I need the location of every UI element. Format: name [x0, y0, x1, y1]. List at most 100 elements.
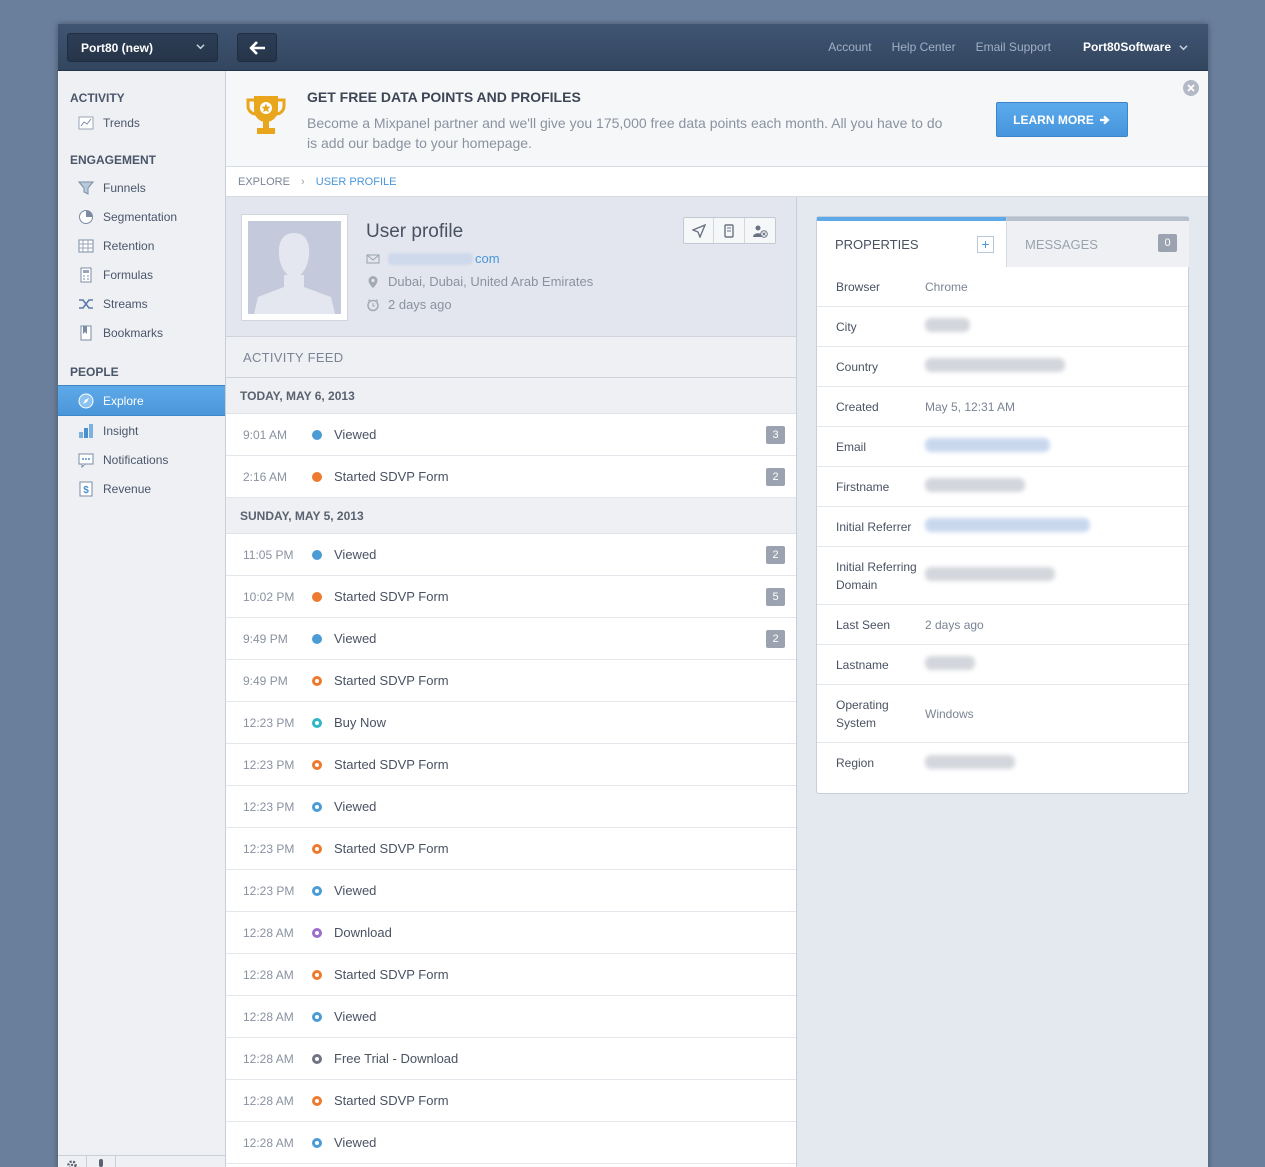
sidebar-item-label: Bookmarks	[103, 325, 164, 340]
redacted-value	[925, 438, 1050, 452]
sidebar-item-revenue[interactable]: $ Revenue	[58, 474, 225, 503]
activity-feed: TODAY, MAY 6, 2013 9:01 AM Viewed 3 2:16 AM S…	[226, 378, 796, 1164]
mobile-icon[interactable]	[714, 218, 745, 243]
feed-row[interactable]: 9:49 PM Viewed 2	[226, 618, 796, 660]
retention-grid-icon	[78, 239, 94, 252]
property-key: Last Seen	[836, 617, 891, 632]
dollar-icon: $	[79, 481, 93, 496]
property-key: Firstname	[836, 479, 890, 494]
property-key: Created	[836, 399, 879, 414]
back-button[interactable]	[237, 33, 277, 62]
event-count-badge[interactable]: 2	[766, 546, 785, 564]
property-row: Email	[817, 427, 1188, 467]
sidebar-item-insight[interactable]: Insight	[58, 416, 225, 445]
app-window: Port80 (new) Account Help Center Email S…	[58, 24, 1208, 1167]
properties-panel: PROPERTIES + MESSAGES 0 Browser Chrome Cit…	[816, 216, 1189, 794]
sidebar-item-explore[interactable]: Explore	[58, 385, 225, 416]
redacted-value	[925, 656, 975, 670]
sidebar-item-notifications[interactable]: Notifications	[58, 445, 225, 474]
sidebar-item-streams[interactable]: Streams	[58, 289, 225, 318]
project-selector[interactable]: Port80 (new)	[67, 33, 218, 62]
event-dot-icon	[312, 471, 322, 482]
event-time: 12:28 AM	[243, 1135, 294, 1150]
account-link[interactable]: Account	[828, 40, 871, 54]
event-time: 9:01 AM	[243, 427, 288, 442]
event-name: Free Trial - Download	[334, 1051, 459, 1066]
feed-row[interactable]: 12:28 AM Started SDVP Form	[226, 954, 796, 996]
sidebar-item-bookmarks[interactable]: Bookmarks	[58, 318, 225, 347]
feed-row[interactable]: 12:28 AM Free Trial - Download	[226, 1038, 796, 1080]
banner-text: Become a Mixpanel partner and we'll give…	[307, 115, 943, 151]
sidebar-item-funnels[interactable]: Funnels	[58, 173, 225, 202]
gear-icon[interactable]	[58, 1156, 87, 1167]
feed-row[interactable]: 12:28 AM Started SDVP Form	[226, 1080, 796, 1122]
feed-row[interactable]: 12:28 AM Viewed	[226, 996, 796, 1038]
sidebar-item-retention[interactable]: Retention	[58, 231, 225, 260]
email-domain[interactable]: com	[475, 251, 500, 266]
top-bar: Port80 (new) Account Help Center Email S…	[58, 24, 1208, 71]
property-row: City	[817, 307, 1188, 347]
property-value	[925, 438, 1050, 455]
profile-last-seen: 2 days ago	[366, 297, 452, 312]
location-pin-icon	[368, 275, 378, 288]
cursor-icon[interactable]	[684, 218, 715, 243]
feed-row[interactable]: 12:28 AM Download	[226, 912, 796, 954]
event-dot-icon	[312, 633, 322, 644]
feed-row[interactable]: 9:49 PM Started SDVP Form	[226, 660, 796, 702]
main-column: User profile com Dubai, Dubai, United Ar…	[226, 197, 797, 1167]
event-name: Viewed	[334, 1009, 377, 1024]
email-support-link[interactable]: Email Support	[976, 40, 1051, 54]
project-name: Port80 (new)	[81, 41, 154, 55]
redacted-value	[925, 754, 1015, 769]
feed-row[interactable]: 2:16 AM Started SDVP Form 2	[226, 456, 796, 498]
event-count-badge[interactable]: 3	[766, 426, 785, 444]
event-name: Started SDVP Form	[334, 757, 449, 772]
properties-tabs: PROPERTIES + MESSAGES 0	[817, 217, 1189, 267]
breadcrumb-explore[interactable]: EXPLORE	[238, 176, 290, 188]
feed-row[interactable]: 9:01 AM Viewed 3	[226, 414, 796, 456]
feed-row[interactable]: 12:23 PM Started SDVP Form	[226, 828, 796, 870]
property-row: Firstname	[817, 467, 1188, 507]
event-dot-icon	[312, 885, 322, 896]
shuffle-icon	[79, 298, 93, 309]
feed-row[interactable]: 10:02 PM Started SDVP Form 5	[226, 576, 796, 618]
redacted-email	[388, 252, 473, 265]
event-count-badge[interactable]: 2	[766, 630, 785, 648]
chevron-down-icon[interactable]	[1179, 43, 1188, 52]
event-time: 9:49 PM	[243, 631, 288, 646]
add-property-button[interactable]: +	[977, 236, 994, 253]
feed-row[interactable]: 12:23 PM Viewed	[226, 870, 796, 912]
property-value	[925, 656, 975, 673]
event-time: 12:28 AM	[243, 925, 294, 940]
remove-user-icon[interactable]	[745, 218, 775, 243]
feed-row[interactable]: 12:28 AM Viewed	[226, 1122, 796, 1164]
microphone-icon[interactable]	[87, 1156, 116, 1167]
event-dot-icon	[312, 1053, 322, 1064]
tab-properties[interactable]: PROPERTIES +	[817, 217, 1006, 267]
tab-messages[interactable]: MESSAGES 0	[1006, 217, 1189, 267]
help-center-link[interactable]: Help Center	[892, 40, 956, 54]
pie-chart-icon	[79, 209, 93, 224]
feed-row[interactable]: 12:23 PM Started SDVP Form	[226, 744, 796, 786]
property-key: Operating System	[836, 697, 889, 730]
bar-chart-icon	[79, 423, 93, 438]
feed-row[interactable]: 11:05 PM Viewed 2	[226, 534, 796, 576]
redacted-value	[925, 567, 1055, 581]
user-menu[interactable]: Port80Software	[1083, 40, 1171, 54]
close-icon[interactable]	[1182, 79, 1200, 97]
property-row: Browser Chrome	[817, 267, 1188, 307]
learn-more-button[interactable]: LEARN MORE	[996, 102, 1128, 137]
tab-properties-label: PROPERTIES	[835, 237, 919, 252]
property-row: Operating System Windows	[817, 685, 1188, 743]
feed-row[interactable]: 12:23 PM Viewed	[226, 786, 796, 828]
sidebar-item-trends[interactable]: Trends	[58, 111, 225, 135]
sidebar-item-segmentation[interactable]: Segmentation	[58, 202, 225, 231]
sidebar-item-formulas[interactable]: Formulas	[58, 260, 225, 289]
feed-row[interactable]: 12:23 PM Buy Now	[226, 702, 796, 744]
tab-messages-label: MESSAGES	[1025, 237, 1098, 252]
event-count-badge[interactable]: 2	[766, 468, 785, 486]
event-count-badge[interactable]: 5	[766, 588, 785, 606]
compass-icon	[78, 393, 94, 408]
property-value: 2 days ago	[925, 617, 984, 632]
property-row: Last Seen 2 days ago	[817, 605, 1188, 645]
